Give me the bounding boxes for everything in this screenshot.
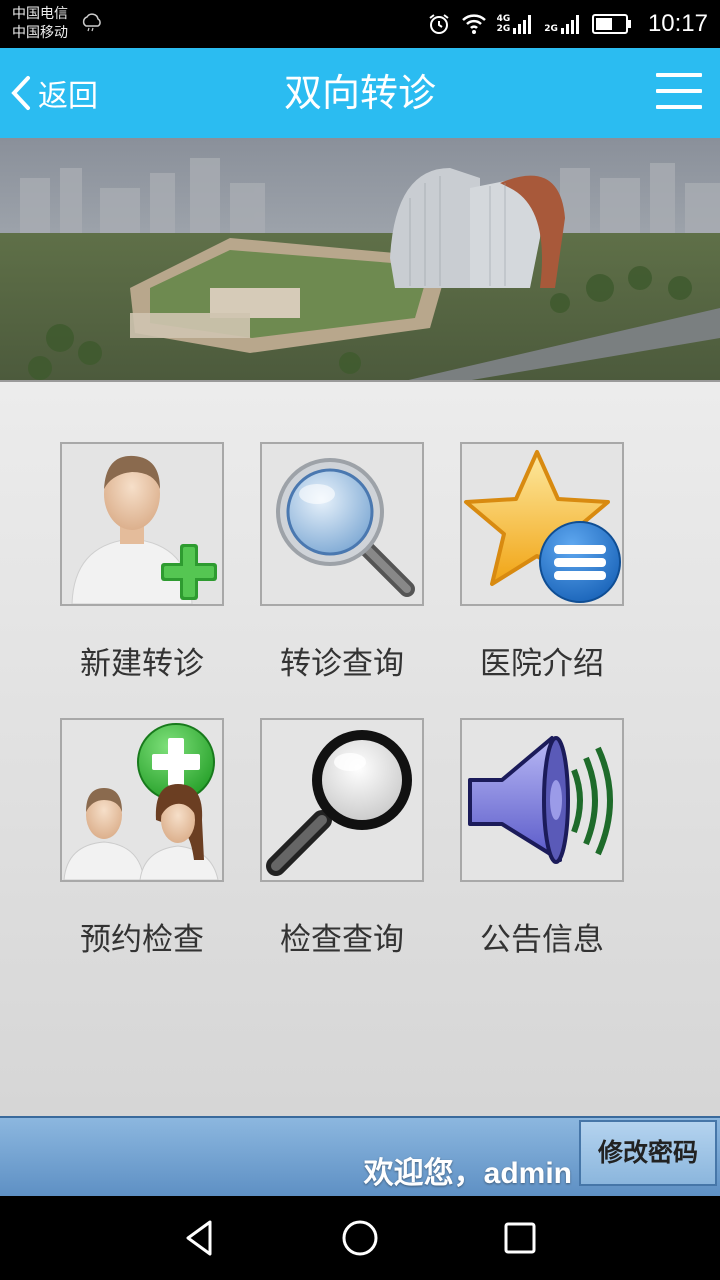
grid-item-hospital-intro[interactable]: 医院介绍 <box>460 442 624 682</box>
grid-item-book-exam[interactable]: 预约检查 <box>60 718 224 958</box>
alarm-icon <box>429 14 449 34</box>
carrier-info: 中国电信 中国移动 <box>12 5 68 43</box>
grid-item-referral-query[interactable]: 转诊查询 <box>260 442 424 682</box>
recent-apps-icon[interactable] <box>498 1216 542 1260</box>
weather-cloud-icon <box>82 13 101 32</box>
grid-item-label: 医院介绍 <box>480 646 604 682</box>
grid-item-label: 公告信息 <box>480 922 604 958</box>
app-header: 返回 双向转诊 <box>0 48 720 138</box>
signal-1: 4G 2G <box>497 14 535 34</box>
carrier-1: 中国电信 <box>12 6 68 22</box>
person-add-icon <box>60 442 224 606</box>
grid-item-exam-query[interactable]: 检查查询 <box>260 718 424 958</box>
people-add-icon <box>60 718 224 882</box>
grid-item-announcements[interactable]: 公告信息 <box>460 718 624 958</box>
search-icon <box>260 718 424 882</box>
status-bar: 中国电信 中国移动 4G 2G 2G 10:17 <box>0 0 720 48</box>
wifi-icon <box>461 14 486 34</box>
grid-item-label: 新建转诊 <box>80 646 204 682</box>
menu-grid: 新建转诊 转诊查询 医院介绍 预约检查 检查查询 公告信息 <box>0 382 720 1116</box>
back-triangle-icon[interactable] <box>178 1216 222 1260</box>
carrier-2: 中国移动 <box>12 25 68 41</box>
footer-bar: 欢迎您，admin 修改密码 <box>0 1116 720 1196</box>
system-nav-bar <box>0 1196 720 1280</box>
hospital-banner-image <box>0 138 720 382</box>
grid-item-new-referral[interactable]: 新建转诊 <box>60 442 224 682</box>
welcome-text: 欢迎您，admin <box>363 1157 572 1190</box>
signal-2: 2G <box>544 14 582 34</box>
grid-item-label: 转诊查询 <box>280 646 404 682</box>
speaker-icon <box>460 718 624 882</box>
status-icons: 4G 2G 2G 10:17 <box>427 0 708 48</box>
grid-item-label: 预约检查 <box>80 922 204 958</box>
menu-icon[interactable] <box>656 73 702 113</box>
signal-bars-icon <box>560 15 579 34</box>
magnifier-icon <box>260 442 424 606</box>
star-list-icon <box>460 442 624 606</box>
change-password-button[interactable]: 修改密码 <box>579 1120 717 1186</box>
clock: 10:17 <box>647 10 708 37</box>
signal-bars-icon <box>513 15 532 34</box>
battery-icon <box>591 14 631 34</box>
home-circle-icon[interactable] <box>338 1216 382 1260</box>
page-title: 双向转诊 <box>283 71 436 115</box>
grid-item-label: 检查查询 <box>280 922 404 958</box>
